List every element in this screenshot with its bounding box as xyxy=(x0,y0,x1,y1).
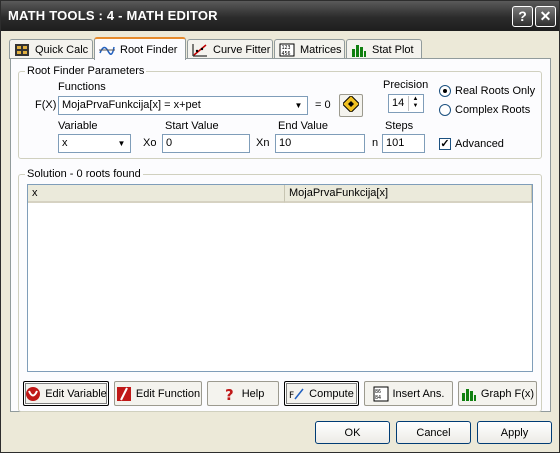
help-button[interactable]: ? Help xyxy=(207,381,279,406)
equals-zero-label: = 0 xyxy=(315,99,331,111)
parameters-group-label: Root Finder Parameters xyxy=(25,65,147,77)
window-title: MATH TOOLS : 4 - MATH EDITOR xyxy=(8,8,218,23)
svg-text:?: ? xyxy=(225,386,234,402)
edit-function-label: Edit Function xyxy=(135,387,201,400)
insert-answer-icon: 86 84 xyxy=(373,386,389,402)
tab-root-finder[interactable]: Root Finder xyxy=(94,37,186,60)
matrix-icon: 123 456 xyxy=(279,43,295,57)
start-value-input[interactable]: 0 xyxy=(162,134,250,153)
graph-label: Graph F(x) xyxy=(480,387,535,400)
close-button[interactable]: ✕ xyxy=(535,6,556,27)
ok-button[interactable]: OK xyxy=(315,421,390,444)
precision-spinner[interactable]: 14 ▲ ▼ xyxy=(388,94,424,113)
compute-button[interactable]: F Compute xyxy=(284,381,359,406)
function-select[interactable]: MojaPrvaFunkcija[x] = x+pet ▼ xyxy=(58,96,308,115)
tab-matrices[interactable]: 123 456 Matrices xyxy=(274,39,345,59)
tab-quick-calc[interactable]: Quick Calc xyxy=(9,39,93,59)
function-select-value: MojaPrvaFunkcija[x] = x+pet xyxy=(62,99,201,111)
column-header-function[interactable]: MojaPrvaFunkcija[x] xyxy=(285,185,532,203)
chevron-down-icon[interactable]: ▼ xyxy=(114,136,129,151)
functions-label: Functions xyxy=(58,81,106,93)
edit-function-button[interactable]: Edit Function xyxy=(114,381,202,406)
spinner-arrows-icon[interactable]: ▲ ▼ xyxy=(408,96,422,111)
compute-label: Compute xyxy=(309,387,354,400)
start-value-label: Start Value xyxy=(165,120,219,132)
graph-button[interactable]: Graph F(x) xyxy=(458,381,537,406)
apply-button[interactable]: Apply xyxy=(477,421,552,444)
calculator-icon xyxy=(14,43,30,57)
bar-chart-icon xyxy=(351,43,367,57)
function-wizard-icon xyxy=(341,94,361,115)
complex-roots-radio[interactable] xyxy=(439,104,451,116)
end-value-label: End Value xyxy=(278,120,328,132)
tab-label: Quick Calc xyxy=(35,43,89,56)
precision-label: Precision xyxy=(383,79,429,91)
edit-variable-icon xyxy=(25,386,41,402)
advanced-label: Advanced xyxy=(455,138,504,150)
solution-group-label: Solution - 0 roots found xyxy=(25,168,143,180)
tab-stat-plot[interactable]: Stat Plot xyxy=(346,39,422,59)
real-roots-radio[interactable] xyxy=(439,85,451,97)
advanced-checkbox[interactable]: ✓ xyxy=(439,138,451,150)
insert-answer-button[interactable]: 86 84 Insert Ans. xyxy=(364,381,453,406)
real-roots-label: Real Roots Only xyxy=(455,85,536,97)
xo-label: Xo xyxy=(143,137,157,149)
steps-input[interactable]: 101 xyxy=(382,134,425,153)
variable-select[interactable]: x ▼ xyxy=(58,134,131,153)
math-editor-window: MATH TOOLS : 4 - MATH EDITOR ? ✕ Quick C… xyxy=(0,0,560,453)
tab-label: Curve Fitter xyxy=(213,43,271,56)
edit-variable-label: Edit Variable xyxy=(45,387,107,400)
svg-text:456: 456 xyxy=(282,51,291,57)
column-header-x[interactable]: x xyxy=(28,185,285,203)
chevron-down-icon[interactable]: ▼ xyxy=(291,98,306,113)
n-label: n xyxy=(372,137,379,149)
help-label: Help xyxy=(241,387,265,400)
steps-label: Steps xyxy=(385,120,414,132)
svg-text:F: F xyxy=(289,391,294,401)
svg-text:84: 84 xyxy=(375,395,381,401)
edit-variable-button[interactable]: Edit Variable xyxy=(23,381,109,406)
root-finder-icon xyxy=(99,43,115,57)
function-wizard-button[interactable] xyxy=(339,94,363,117)
fx-label: F(X) xyxy=(35,99,57,111)
insert-answer-label: Insert Ans. xyxy=(392,387,445,400)
tab-label: Matrices xyxy=(300,43,342,56)
precision-value: 14 xyxy=(392,97,405,109)
xn-label: Xn xyxy=(256,137,270,149)
tab-curve-fitter[interactable]: Curve Fitter xyxy=(187,39,273,59)
variable-label: Variable xyxy=(58,120,98,132)
compute-icon: F xyxy=(289,386,305,402)
solution-table[interactable]: x MojaPrvaFunkcija[x] xyxy=(27,184,533,372)
curve-icon xyxy=(192,43,208,57)
cancel-button[interactable]: Cancel xyxy=(396,421,471,444)
graph-icon xyxy=(461,386,477,402)
complex-roots-label: Complex Roots xyxy=(455,104,531,116)
tab-label: Stat Plot xyxy=(372,43,414,56)
end-value-input[interactable]: 10 xyxy=(275,134,365,153)
variable-select-value: x xyxy=(62,137,68,149)
edit-function-icon xyxy=(116,386,132,402)
tab-label: Root Finder xyxy=(120,43,178,56)
title-bar[interactable]: MATH TOOLS : 4 - MATH EDITOR ? ✕ xyxy=(1,1,559,31)
question-mark-icon: ? xyxy=(222,386,238,404)
help-title-button[interactable]: ? xyxy=(512,6,533,27)
